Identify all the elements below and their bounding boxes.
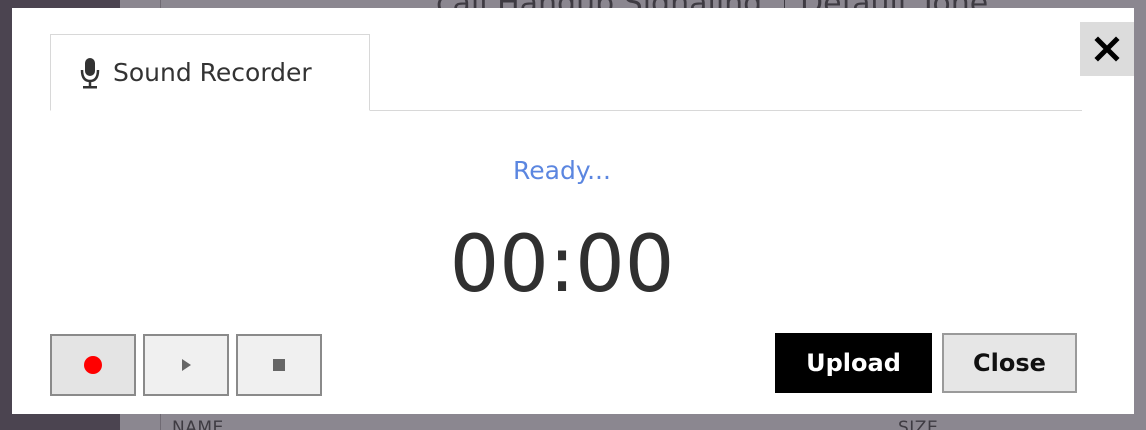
stop-icon	[273, 359, 285, 371]
play-button[interactable]	[143, 334, 229, 396]
close-button[interactable]: Close	[942, 333, 1077, 393]
tab-sound-recorder[interactable]: Sound Recorder	[50, 34, 370, 111]
play-icon	[182, 359, 191, 371]
close-icon-glyph	[1094, 36, 1120, 62]
background-column-size: SIZE	[898, 418, 939, 430]
stop-button[interactable]	[236, 334, 322, 396]
close-icon[interactable]	[1080, 22, 1134, 76]
status-text: Ready...	[513, 156, 611, 185]
sound-recorder-dialog: Sound Recorder Ready... 00:00 Upload Clo…	[12, 8, 1134, 414]
microphone-icon	[79, 55, 101, 91]
screen: call Hangup Signaling Default Tone NAME …	[0, 0, 1146, 430]
background-column-name: NAME	[172, 418, 224, 430]
timer-display: 00:00	[449, 220, 675, 310]
upload-button[interactable]: Upload	[775, 333, 932, 393]
record-icon	[84, 356, 102, 374]
tab-label: Sound Recorder	[113, 58, 312, 87]
record-button[interactable]	[50, 334, 136, 396]
